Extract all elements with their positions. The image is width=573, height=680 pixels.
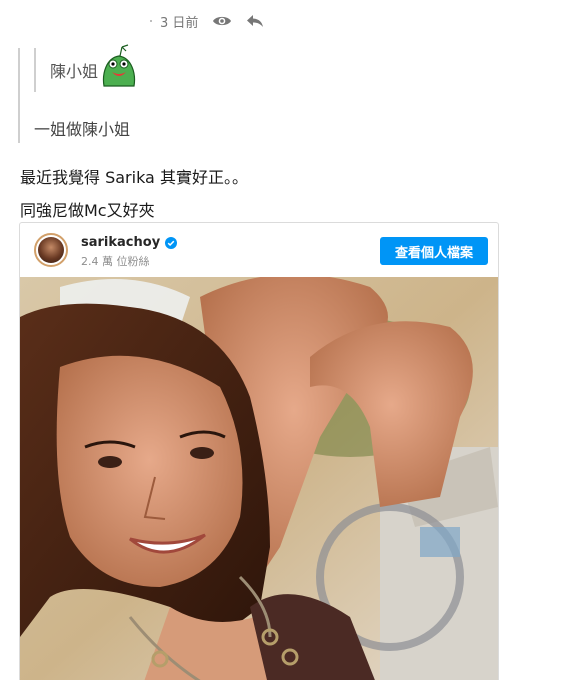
instagram-username-text[interactable]: sarikachoy	[81, 235, 160, 250]
post-timestamp: 3 日前	[160, 15, 199, 31]
post-meta: 3 日前	[150, 10, 264, 32]
quote-block-inner: 陳小姐	[34, 44, 234, 92]
instagram-header: sarikachoy 2.4 萬 位粉絲 查看個人檔案	[20, 223, 498, 277]
quote-inner-text: 陳小姐	[50, 62, 99, 81]
quote-block-outer: 陳小姐 一姐做陳小姐	[18, 44, 268, 143]
eye-icon[interactable]	[212, 14, 232, 28]
verified-badge-icon	[165, 236, 178, 249]
instagram-followers: 2.4 萬 位粉絲	[81, 255, 150, 268]
meta-dot	[150, 20, 152, 22]
instagram-photo[interactable]	[20, 277, 498, 680]
quote-outer-text: 一姐做陳小姐	[34, 120, 131, 139]
post-text-line-2: 同強尼做Mc又好夾	[20, 201, 155, 220]
reply-icon[interactable]	[246, 14, 264, 28]
green-frog-sticker-icon	[100, 44, 138, 88]
avatar[interactable]	[34, 233, 68, 267]
view-profile-button[interactable]: 查看個人檔案	[380, 237, 488, 265]
post-text-line-1: 最近我覺得 Sarika 其實好正。。	[20, 168, 248, 187]
instagram-embed[interactable]: sarikachoy 2.4 萬 位粉絲 查看個人檔案	[19, 222, 499, 680]
instagram-username[interactable]: sarikachoy	[81, 235, 178, 250]
